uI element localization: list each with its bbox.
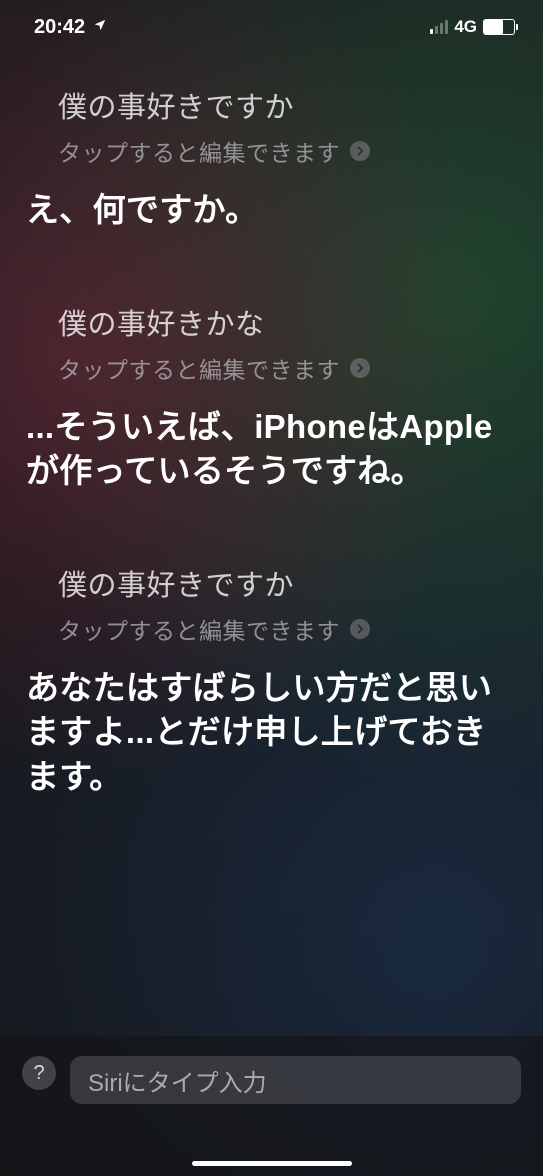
user-query-text: 僕の事好きですか — [58, 84, 517, 126]
siri-response: あなたはすばらしい方だと思いますよ...とだけ申し上げておきます。 — [26, 666, 517, 800]
siri-response: え、何ですか。 — [26, 188, 517, 233]
edit-hint-row[interactable]: タップすると編集できます — [58, 612, 517, 646]
edit-hint-row[interactable]: タップすると編集できます — [58, 351, 517, 385]
conversation: 僕の事好きですか タップすると編集できます え、何ですか。 僕の事好きかな タッ… — [0, 72, 543, 1056]
status-bar: 20:42 4G — [0, 0, 543, 54]
siri-text-input[interactable]: Siriにタイプ入力 — [70, 1056, 521, 1104]
siri-response: ...そういえば、iPhoneはAppleが作っているそうですね。 — [26, 405, 517, 494]
network-label: 4G — [454, 17, 477, 37]
signal-icon — [430, 20, 448, 34]
user-query[interactable]: 僕の事好きかな タップすると編集できます — [26, 301, 517, 385]
location-icon — [93, 15, 107, 38]
siri-screen: 20:42 4G 僕の事好きですか タップすると編集できます — [0, 0, 543, 1176]
user-query-text: 僕の事好きですか — [58, 562, 517, 604]
input-bar: ? Siriにタイプ入力 — [0, 1036, 543, 1176]
edit-hint: タップすると編集できます — [58, 134, 340, 168]
status-time: 20:42 — [34, 16, 85, 39]
battery-icon — [483, 19, 515, 35]
user-query-text: 僕の事好きかな — [58, 301, 517, 343]
chevron-right-icon — [350, 141, 370, 161]
edit-hint: タップすると編集できます — [58, 612, 340, 646]
input-placeholder: Siriにタイプ入力 — [88, 1063, 267, 1098]
user-query[interactable]: 僕の事好きですか タップすると編集できます — [26, 84, 517, 168]
chevron-right-icon — [350, 358, 370, 378]
help-button[interactable]: ? — [22, 1056, 56, 1090]
user-query[interactable]: 僕の事好きですか タップすると編集できます — [26, 562, 517, 646]
edit-hint-row[interactable]: タップすると編集できます — [58, 134, 517, 168]
home-indicator[interactable] — [192, 1161, 352, 1166]
help-icon: ? — [33, 1062, 44, 1085]
chevron-right-icon — [350, 619, 370, 639]
edit-hint: タップすると編集できます — [58, 351, 340, 385]
